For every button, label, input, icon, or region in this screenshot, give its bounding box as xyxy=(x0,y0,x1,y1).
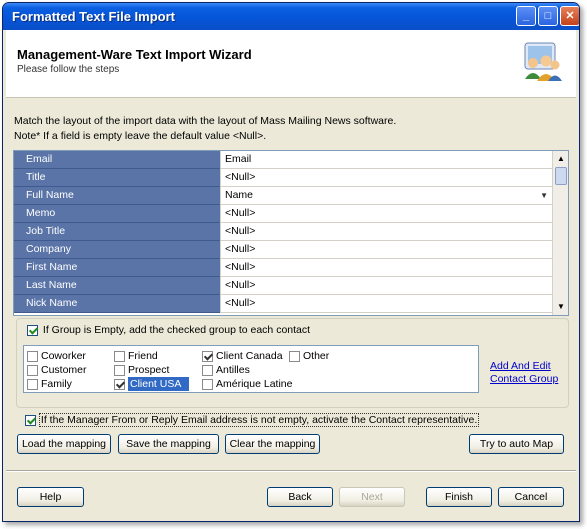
field-label: Email xyxy=(14,151,220,169)
group-label: Client Canada xyxy=(216,350,283,362)
group-empty-label: If Group is Empty, add the checked group… xyxy=(42,324,311,336)
checkbox-icon[interactable] xyxy=(27,350,38,362)
wizard-header: Management-Ware Text Import Wizard Pleas… xyxy=(6,30,576,98)
group-item-client-canada[interactable]: Client Canada xyxy=(202,349,283,363)
mapping-row[interactable]: Last Name <Null> xyxy=(14,277,552,295)
checkbox-icon[interactable] xyxy=(202,350,213,362)
checkbox-icon[interactable] xyxy=(27,324,38,336)
mapping-row[interactable]: Memo <Null> xyxy=(14,205,552,223)
field-value-select[interactable]: Name ▼ xyxy=(220,187,552,205)
group-item-customer[interactable]: Customer xyxy=(27,363,87,377)
save-mapping-button[interactable]: Save the mapping xyxy=(118,434,219,454)
cancel-button[interactable]: Cancel xyxy=(498,487,564,507)
checkbox-icon[interactable] xyxy=(114,364,125,376)
wizard-title: Management-Ware Text Import Wizard xyxy=(17,47,252,62)
contact-group-link[interactable]: Contact Group xyxy=(490,373,558,385)
next-button[interactable]: Next xyxy=(339,487,405,507)
group-item-prospect[interactable]: Prospect xyxy=(114,363,169,377)
group-label: Family xyxy=(41,378,72,390)
field-value-text: Name xyxy=(225,189,254,201)
group-item-coworker[interactable]: Coworker xyxy=(27,349,86,363)
field-label: Full Name xyxy=(14,187,220,205)
finish-button[interactable]: Finish xyxy=(426,487,492,507)
mapping-grid[interactable]: Email Email Title <Null> Full Name Name … xyxy=(13,150,569,316)
checkbox-icon[interactable] xyxy=(114,378,125,390)
group-item-friend[interactable]: Friend xyxy=(114,349,158,363)
mapping-row[interactable]: Job Title <Null> xyxy=(14,223,552,241)
minimize-icon: _ xyxy=(522,10,530,22)
field-label: Memo xyxy=(14,205,220,223)
mapping-row[interactable]: Email Email xyxy=(14,151,552,169)
mapping-row[interactable]: Company <Null> xyxy=(14,241,552,259)
chevron-down-icon[interactable]: ▼ xyxy=(540,187,548,204)
minimize-button[interactable]: _ xyxy=(516,6,536,26)
field-value[interactable]: <Null> xyxy=(220,205,552,223)
group-label: Other xyxy=(303,350,330,362)
group-label: Friend xyxy=(128,350,158,362)
mapping-row[interactable]: Title <Null> xyxy=(14,169,552,187)
group-label: Client USA xyxy=(128,377,190,391)
checkbox-icon[interactable] xyxy=(27,378,38,390)
field-label: Company xyxy=(14,241,220,259)
close-icon: ✕ xyxy=(565,10,575,22)
field-value[interactable]: <Null> xyxy=(220,259,552,277)
scroll-down-icon[interactable]: ▼ xyxy=(553,299,568,315)
import-wizard-window: Formatted Text File Import _ □ ✕ Managem… xyxy=(2,2,580,522)
back-button[interactable]: Back xyxy=(267,487,333,507)
field-value[interactable]: <Null> xyxy=(220,295,552,313)
field-label: First Name xyxy=(14,259,220,277)
note-text: Note* If a field is empty leave the defa… xyxy=(14,130,267,142)
scroll-thumb[interactable] xyxy=(555,167,567,185)
group-item-other[interactable]: Other xyxy=(289,349,329,363)
wizard-subtitle: Please follow the steps xyxy=(17,64,120,75)
mapping-row[interactable]: Nick Name <Null> xyxy=(14,295,552,313)
intro-text: Match the layout of the import data with… xyxy=(14,115,397,127)
group-item-family[interactable]: Family xyxy=(27,377,72,391)
group-label: Antilles xyxy=(216,364,250,376)
field-label: Title xyxy=(14,169,220,187)
auto-map-button[interactable]: Try to auto Map xyxy=(469,434,564,454)
checkbox-icon[interactable] xyxy=(27,364,38,376)
window-title: Formatted Text File Import xyxy=(12,9,175,24)
group-label: Prospect xyxy=(128,364,170,376)
checkbox-icon[interactable] xyxy=(202,364,213,376)
load-mapping-button[interactable]: Load the mapping xyxy=(17,434,111,454)
field-value[interactable]: <Null> xyxy=(220,277,552,295)
clear-mapping-button[interactable]: Clear the mapping xyxy=(225,434,320,454)
field-label: Nick Name xyxy=(14,295,220,313)
field-label: Last Name xyxy=(14,277,220,295)
checkbox-icon[interactable] xyxy=(25,414,36,426)
add-edit-group-link[interactable]: Add And Edit xyxy=(490,360,551,372)
groups-list[interactable]: Coworker Customer Family Friend Prospect… xyxy=(23,345,479,393)
footer-divider xyxy=(6,470,576,472)
manager-email-checkbox[interactable]: If the Manager From or Reply Email addre… xyxy=(25,413,480,427)
field-value[interactable]: Email xyxy=(220,151,552,169)
group-label: Amérique Latine xyxy=(216,378,293,390)
field-value[interactable]: <Null> xyxy=(220,241,552,259)
group-empty-checkbox[interactable]: If Group is Empty, add the checked group… xyxy=(27,324,310,336)
group-item-client-usa[interactable]: Client USA xyxy=(114,377,190,391)
mapping-row[interactable]: Full Name Name ▼ xyxy=(14,187,552,205)
group-item-antilles[interactable]: Antilles xyxy=(202,363,250,377)
checkbox-icon[interactable] xyxy=(289,350,300,362)
field-value[interactable]: <Null> xyxy=(220,223,552,241)
title-bar[interactable]: Formatted Text File Import _ □ ✕ xyxy=(3,3,579,30)
checkbox-icon[interactable] xyxy=(114,350,125,362)
manager-email-label: If the Manager From or Reply Email addre… xyxy=(38,413,480,427)
checkbox-icon[interactable] xyxy=(202,378,213,390)
close-button[interactable]: ✕ xyxy=(560,6,579,26)
group-label: Coworker xyxy=(41,350,86,362)
users-group-icon xyxy=(524,42,562,81)
scroll-up-icon[interactable]: ▲ xyxy=(553,151,568,167)
maximize-button[interactable]: □ xyxy=(538,6,558,26)
field-label: Job Title xyxy=(14,223,220,241)
grid-scrollbar[interactable]: ▲ ▼ xyxy=(552,151,568,315)
maximize-icon: □ xyxy=(544,10,552,22)
group-item-amerique-latine[interactable]: Amérique Latine xyxy=(202,377,292,391)
mapping-row[interactable]: First Name <Null> xyxy=(14,259,552,277)
field-value[interactable]: <Null> xyxy=(220,169,552,187)
help-button[interactable]: Help xyxy=(17,487,84,507)
group-label: Customer xyxy=(41,364,87,376)
